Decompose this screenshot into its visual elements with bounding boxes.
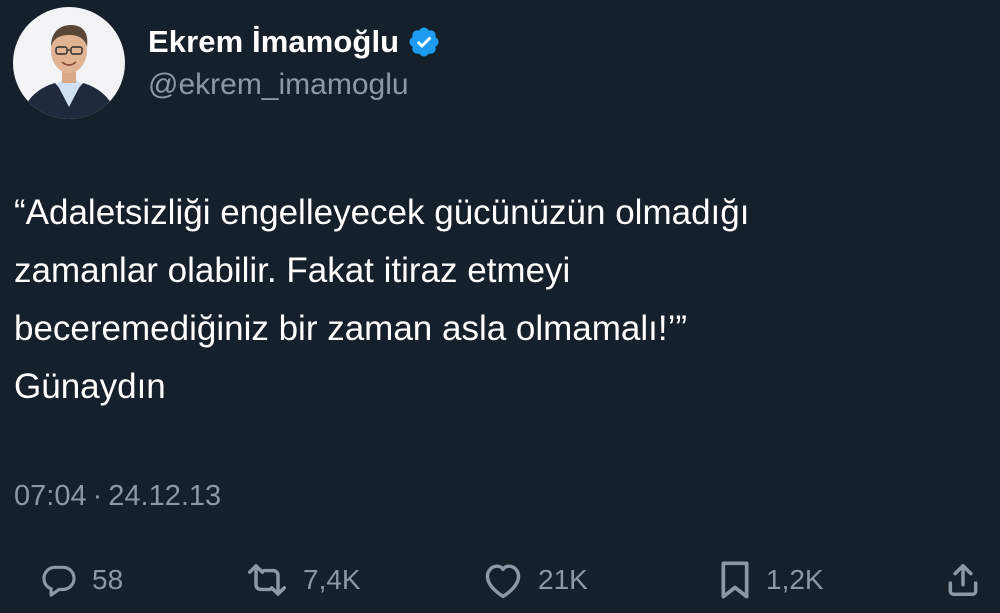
meta-separator: · [92, 480, 103, 512]
profile-photo-icon [13, 7, 125, 119]
tweet-card: Ekrem İmamoğlu @ekrem_imamoglu “Adaletsi… [0, 0, 1000, 613]
avatar[interactable] [13, 7, 125, 119]
share-icon [944, 560, 982, 600]
author-handle[interactable]: @ekrem_imamoglu [148, 68, 409, 102]
tweet-date: 24.12.13 [108, 480, 222, 512]
tweet-text: “Adaletsizliği engelleyecek gücünüzün ol… [14, 193, 750, 406]
tweet-time: 07:04 [14, 480, 87, 512]
reply-count: 58 [92, 564, 124, 595]
reply-button[interactable]: 58 [40, 556, 123, 604]
bookmark-button[interactable]: 1,2K [718, 556, 824, 604]
author-name-row: Ekrem İmamoğlu [148, 20, 441, 64]
like-button[interactable]: 21K [482, 556, 588, 604]
reply-icon [40, 561, 78, 599]
action-bar: 58 7,4K 21K 1,2K [0, 556, 1000, 604]
bookmark-icon [718, 560, 752, 600]
heart-icon [482, 561, 524, 599]
retweet-count: 7,4K [303, 564, 361, 595]
author-display-name[interactable]: Ekrem İmamoğlu [148, 24, 399, 60]
like-count: 21K [538, 564, 588, 595]
bookmark-count: 1,2K [766, 564, 824, 595]
tweet-timestamp[interactable]: 07:04 · 24.12.13 [14, 480, 221, 513]
retweet-icon [245, 561, 289, 599]
retweet-button[interactable]: 7,4K [245, 556, 361, 604]
share-button[interactable] [944, 556, 982, 604]
verified-badge-icon [407, 25, 441, 59]
